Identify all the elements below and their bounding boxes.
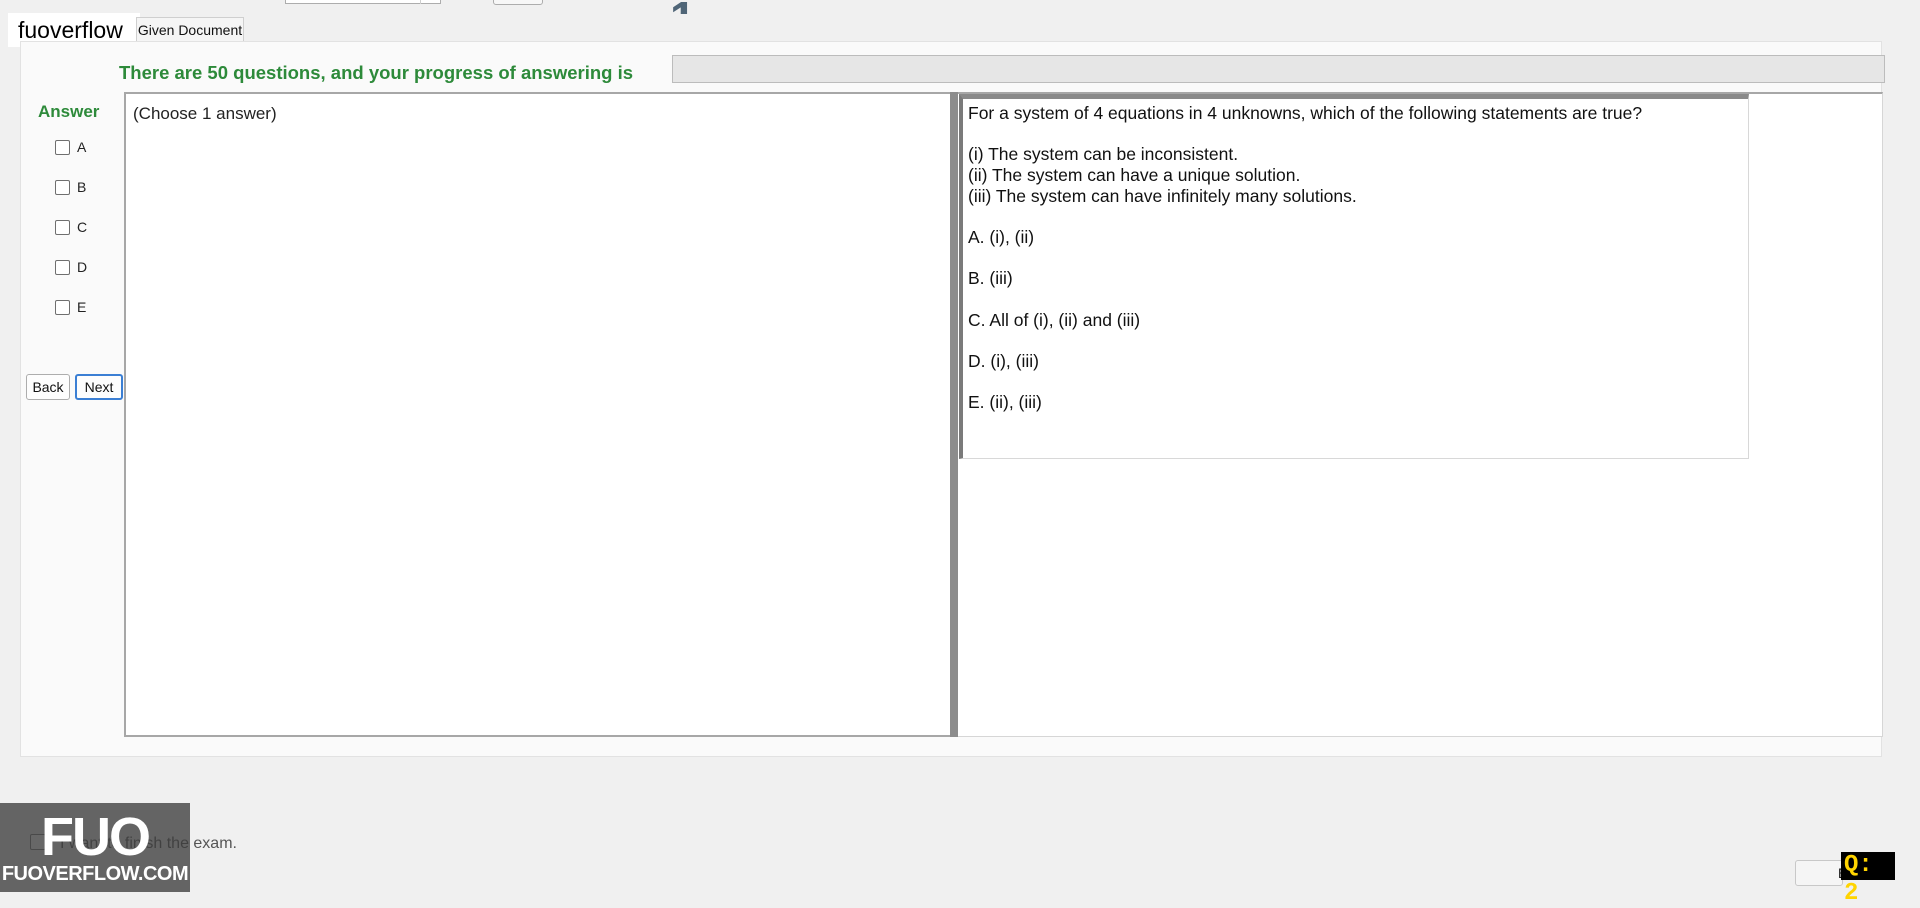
question-number-badge: Q: 2 [1841, 852, 1895, 907]
checkbox-e[interactable] [55, 299, 70, 315]
statement-2: (ii) The system can have a unique soluti… [968, 165, 1301, 185]
choice-a: A. (i), (ii) [968, 227, 1035, 247]
checkbox-c[interactable] [55, 219, 70, 235]
answer-option-a[interactable]: A [55, 137, 86, 157]
exam-code-label: 0010 1 [670, 0, 830, 14]
statement-3: (iii) The system can have infinitely man… [968, 186, 1357, 206]
top-toolbar-button[interactable] [493, 0, 543, 5]
option-label: D [77, 259, 88, 275]
progress-text: There are 50 questions, and your progres… [119, 62, 634, 83]
answer-option-d[interactable]: D [55, 257, 87, 277]
watermark-logo: FUO FUOVERFLOW.COM [0, 803, 190, 892]
option-label: B [77, 179, 87, 195]
answer-option-c[interactable]: C [55, 217, 87, 237]
answer-option-e[interactable]: E [55, 297, 86, 317]
choose-instruction: (Choose 1 answer) [133, 104, 277, 123]
question-content: For a system of 4 equations in 4 unknown… [959, 94, 1749, 459]
next-button[interactable]: Next [75, 374, 123, 400]
answer-pane: (Choose 1 answer) [124, 92, 953, 737]
exam-select-dropdown[interactable] [285, 0, 441, 4]
answer-option-b[interactable]: B [55, 177, 86, 197]
checkbox-d[interactable] [55, 259, 70, 275]
choice-e: E. (ii), (iii) [968, 392, 1042, 412]
choice-c: C. All of (i), (ii) and (iii) [968, 310, 1141, 330]
choice-b: B. (iii) [968, 268, 1013, 288]
statement-1: (i) The system can be inconsistent. [968, 144, 1239, 164]
watermark-logo-text: FUOVERFLOW.COM [1, 863, 189, 885]
watermark-logo-mark: FUO [41, 807, 151, 867]
option-label: C [77, 219, 88, 235]
choice-d: D. (i), (iii) [968, 351, 1039, 371]
tab-given-document[interactable]: Given Document [136, 17, 244, 42]
exit-button[interactable]: E [1795, 860, 1843, 886]
option-label: E [77, 299, 87, 315]
checkbox-b[interactable] [55, 179, 70, 195]
answer-label: Answer [38, 102, 100, 121]
question-stem: For a system of 4 equations in 4 unknown… [968, 103, 1643, 123]
dropdown-arrow-icon[interactable] [420, 0, 440, 4]
option-label: A [77, 139, 87, 155]
checkbox-a[interactable] [55, 139, 70, 155]
pane-splitter[interactable] [950, 92, 958, 737]
back-button[interactable]: Back [26, 374, 70, 400]
progress-bar [672, 55, 1885, 83]
